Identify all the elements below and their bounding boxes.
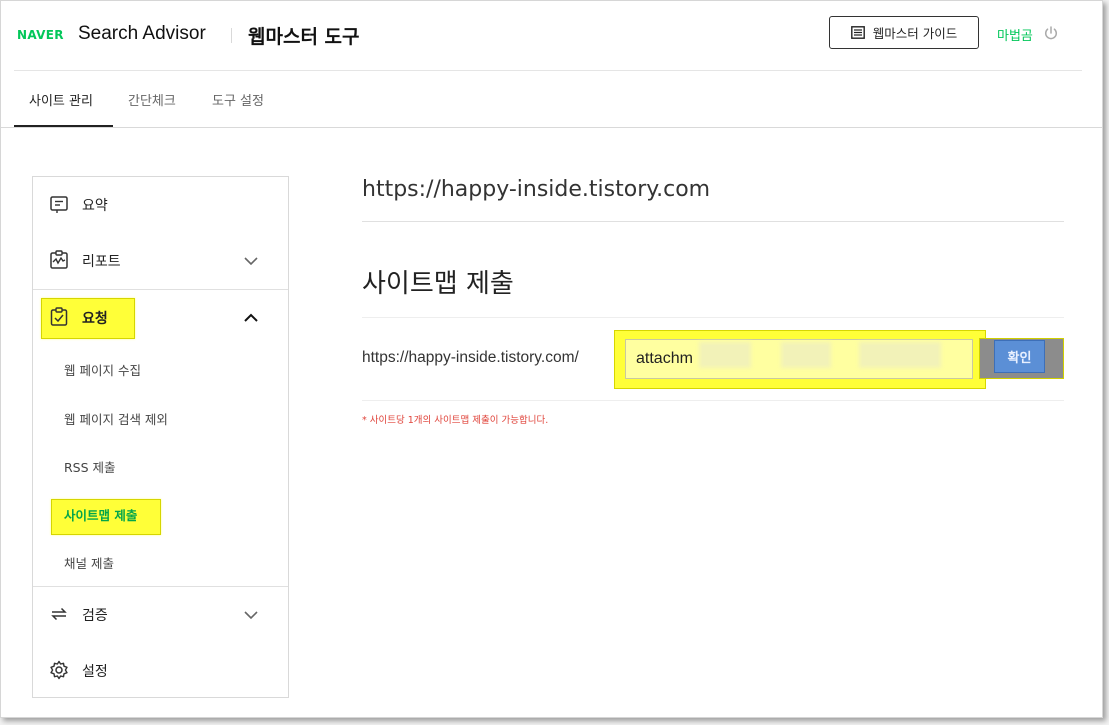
redaction-blur (859, 342, 941, 368)
sidebar-item-label: 설정 (82, 664, 108, 680)
product-name[interactable]: Search Advisor (78, 23, 206, 45)
page-title: 웹마스터 도구 (248, 26, 360, 48)
summary-icon (50, 196, 68, 213)
sub-item-channel-submit[interactable]: 채널 제출 (64, 553, 114, 572)
sidebar-item-report[interactable]: 리포트 (33, 233, 288, 287)
sidebar-item-label: 요청 (82, 311, 108, 327)
browser-window: NAVER Search Advisor 웹마스터 도구 웹마스터 가이드 마법… (0, 0, 1103, 718)
guide-button-label: 웹마스터 가이드 (872, 26, 958, 41)
active-tab-indicator (14, 125, 113, 127)
report-icon (50, 250, 68, 269)
sub-item-web-page-collect[interactable]: 웹 페이지 수집 (64, 360, 141, 379)
sub-item-rss-submit[interactable]: RSS 제출 (64, 457, 116, 476)
chevron-down-icon[interactable] (243, 253, 259, 269)
confirm-button[interactable]: 확인 (994, 340, 1045, 373)
redaction-blur (699, 342, 751, 368)
sidebar-item-summary[interactable]: 요약 (33, 177, 288, 231)
sub-item-sitemap-submit[interactable]: 사이트맵 제출 (64, 505, 137, 524)
tab-quick-check[interactable]: 간단체크 (128, 90, 176, 109)
power-icon[interactable] (1043, 25, 1059, 41)
webmaster-guide-button[interactable]: 웹마스터 가이드 (829, 16, 979, 49)
guide-icon (850, 26, 865, 39)
title-divider (362, 221, 1064, 222)
redaction-blur (781, 342, 831, 368)
top-header: NAVER Search Advisor 웹마스터 도구 웹마스터 가이드 마법… (14, 1, 1082, 71)
site-url-title: https://happy-inside.tistory.com (362, 177, 711, 202)
gear-icon (50, 660, 68, 680)
sub-item-web-page-exclude[interactable]: 웹 페이지 검색 제외 (64, 409, 168, 428)
tab-tool-settings[interactable]: 도구 설정 (212, 90, 264, 109)
chevron-up-icon[interactable] (243, 310, 259, 326)
sidebar-item-settings[interactable]: 설정 (33, 643, 288, 697)
naver-logo[interactable]: NAVER (17, 28, 64, 42)
verify-icon (51, 607, 67, 621)
form-bottom-divider (362, 400, 1064, 401)
sidebar: 요약 리포트 요청 웹 페이지 수집 웹 페이지 검색 제외 RSS 제출 사이… (32, 176, 289, 698)
sidebar-item-label: 요약 (82, 198, 108, 214)
header-divider (231, 28, 232, 43)
sitemap-url-prefix: https://happy-inside.tistory.com/ (362, 349, 579, 366)
sidebar-item-request[interactable]: 요청 (33, 290, 288, 344)
tab-site-management[interactable]: 사이트 관리 (29, 90, 93, 109)
sidebar-item-verify[interactable]: 검증 (33, 587, 288, 641)
user-name[interactable]: 마법곰 (997, 25, 1033, 44)
form-top-divider (362, 317, 1064, 318)
request-icon (50, 307, 68, 326)
sidebar-item-label: 리포트 (82, 254, 121, 270)
main-tabs: 사이트 관리 간단체크 도구 설정 (1, 71, 1102, 128)
sitemap-notice: * 사이트당 1개의 사이트맵 제출이 가능합니다. (362, 415, 549, 426)
sidebar-item-label: 검증 (82, 608, 108, 624)
section-title: 사이트맵 제출 (362, 269, 514, 299)
chevron-down-icon[interactable] (243, 607, 259, 623)
